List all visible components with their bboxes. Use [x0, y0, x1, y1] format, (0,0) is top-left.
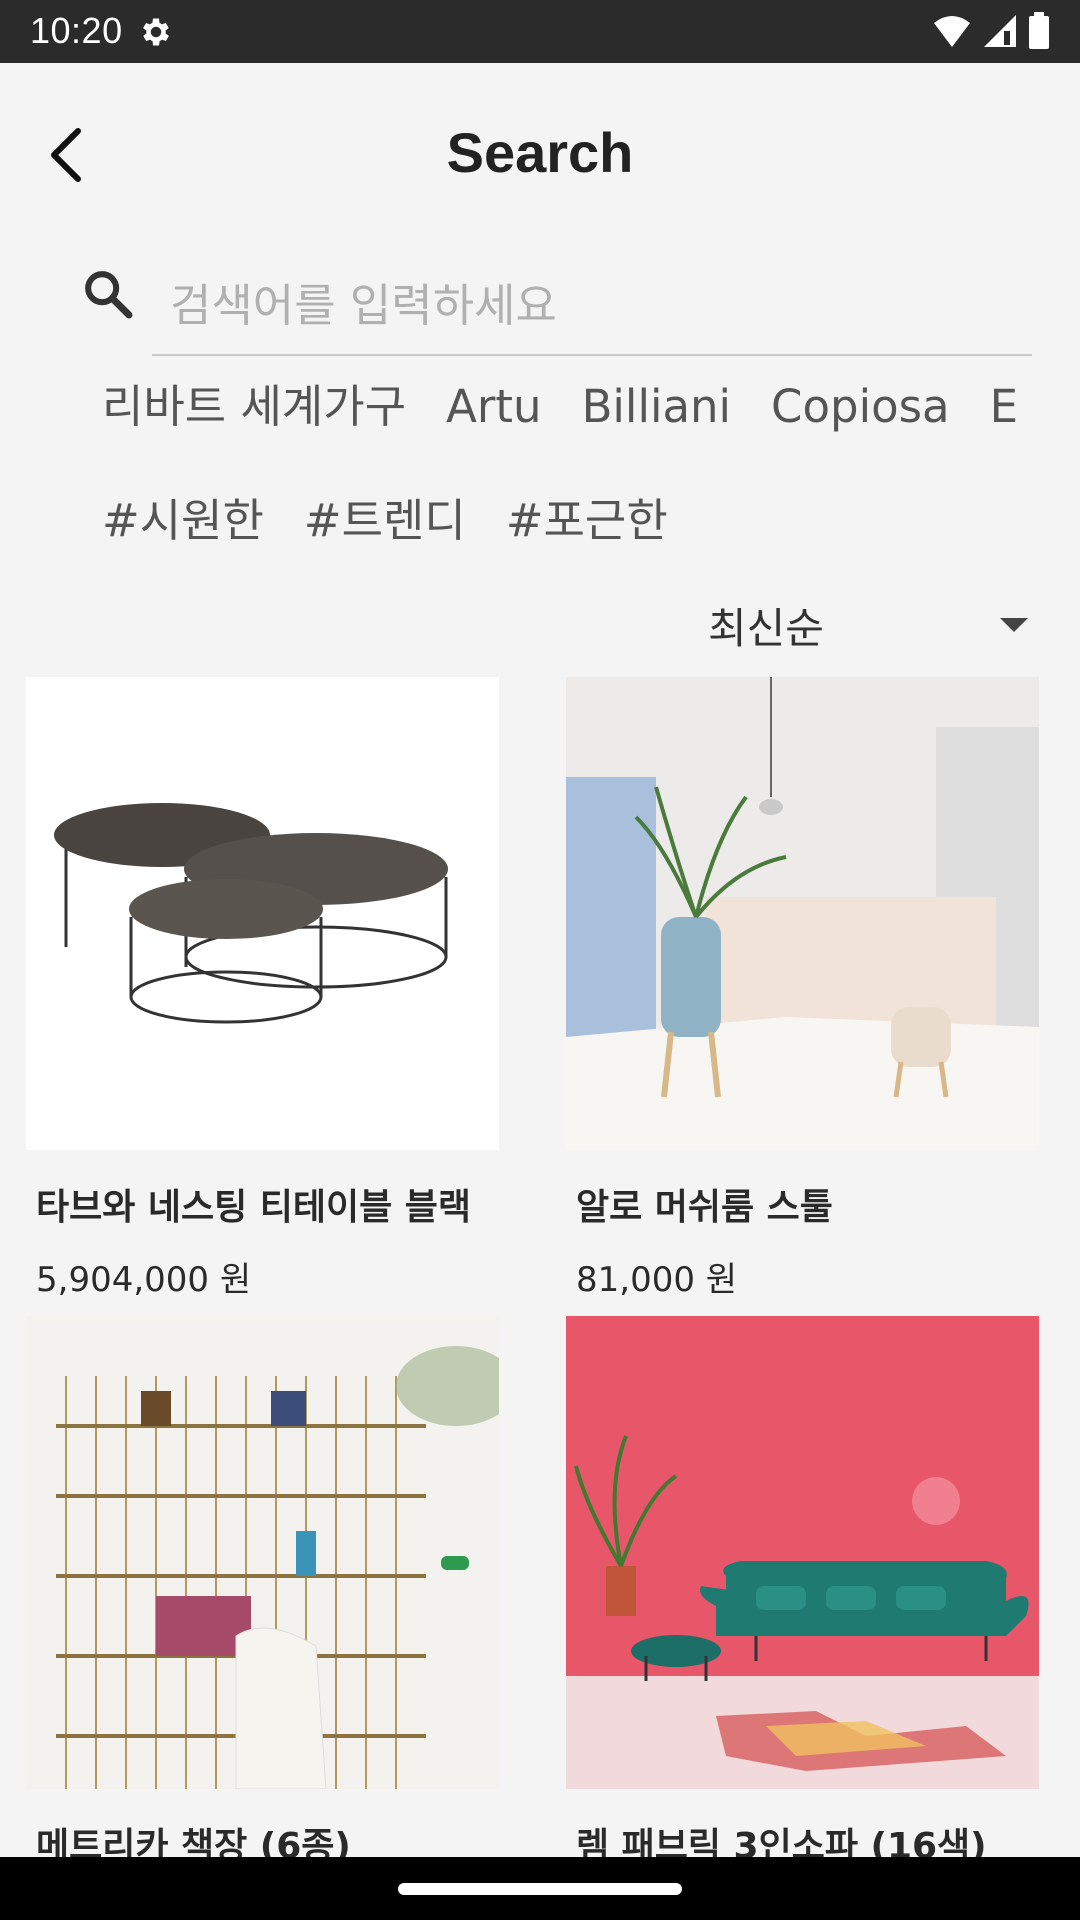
product-card[interactable]: 렘 패브릭 3인소파 (16색) [566, 1316, 1039, 1869]
brand-chip[interactable]: Copiosa [771, 380, 950, 433]
nesting-tables-image [54, 803, 448, 1024]
product-card[interactable]: 타브와 네스팅 티테이블 블랙 5,904,000 원 [26, 677, 499, 1301]
product-price: 5,904,000 원 [36, 1260, 252, 1300]
dropdown-caret-icon [1000, 618, 1028, 632]
status-time: 10:20 [30, 10, 123, 51]
search-icon [85, 271, 133, 319]
brand-chip[interactable]: E [990, 380, 1018, 433]
product-name[interactable]: 알로 머쉬룸 스툴 [566, 1178, 1039, 1230]
product-image-nesting-tables[interactable] [26, 677, 499, 1150]
system-nav-bar [0, 1857, 1080, 1920]
product-image-mushroom-stool[interactable] [566, 677, 1039, 1150]
product-image-bookshelf[interactable] [26, 1316, 499, 1789]
product-name[interactable]: 타브와 네스팅 티테이블 블랙 [26, 1178, 499, 1230]
search-input[interactable] [152, 256, 1032, 356]
home-gesture-handle[interactable] [398, 1883, 682, 1895]
tag-filter-row: #시원한 #트렌디 #포근한 [84, 484, 1080, 554]
product-price: 81,000 원 [576, 1260, 738, 1300]
product-card[interactable]: 메트리카 책장 (6종) [26, 1316, 499, 1869]
brand-chip[interactable]: Artu [446, 380, 541, 433]
wifi-icon [934, 16, 970, 47]
fabric-sofa-image [566, 1435, 1039, 1789]
tag-chip[interactable]: #시원한 [102, 484, 264, 549]
sort-dropdown[interactable]: 최신순 [700, 590, 1040, 660]
product-card[interactable]: 알로 머쉬룸 스툴 81,000 원 [566, 677, 1039, 1301]
cellular-signal-icon [984, 15, 1016, 47]
settings-gear-icon [143, 18, 169, 46]
page-title: Search [446, 121, 634, 184]
tag-chip[interactable]: #트렌디 [304, 484, 466, 549]
tag-chip[interactable]: #포근한 [506, 484, 668, 549]
sort-selected-label: 최신순 [708, 603, 824, 653]
mushroom-stool-image [566, 677, 1039, 1150]
product-image-fabric-sofa[interactable] [566, 1316, 1039, 1789]
status-bar: 10:20 [0, 0, 1080, 63]
brand-filter-row: 리바트 세계가구 Artu Billiani Copiosa E [84, 370, 1080, 440]
bookshelf-image [56, 1346, 499, 1789]
brand-chip[interactable]: 리바트 세계가구 [102, 370, 406, 435]
status-icons [932, 12, 1050, 50]
brand-chip[interactable]: Billiani [582, 380, 731, 433]
battery-icon [1029, 12, 1049, 49]
